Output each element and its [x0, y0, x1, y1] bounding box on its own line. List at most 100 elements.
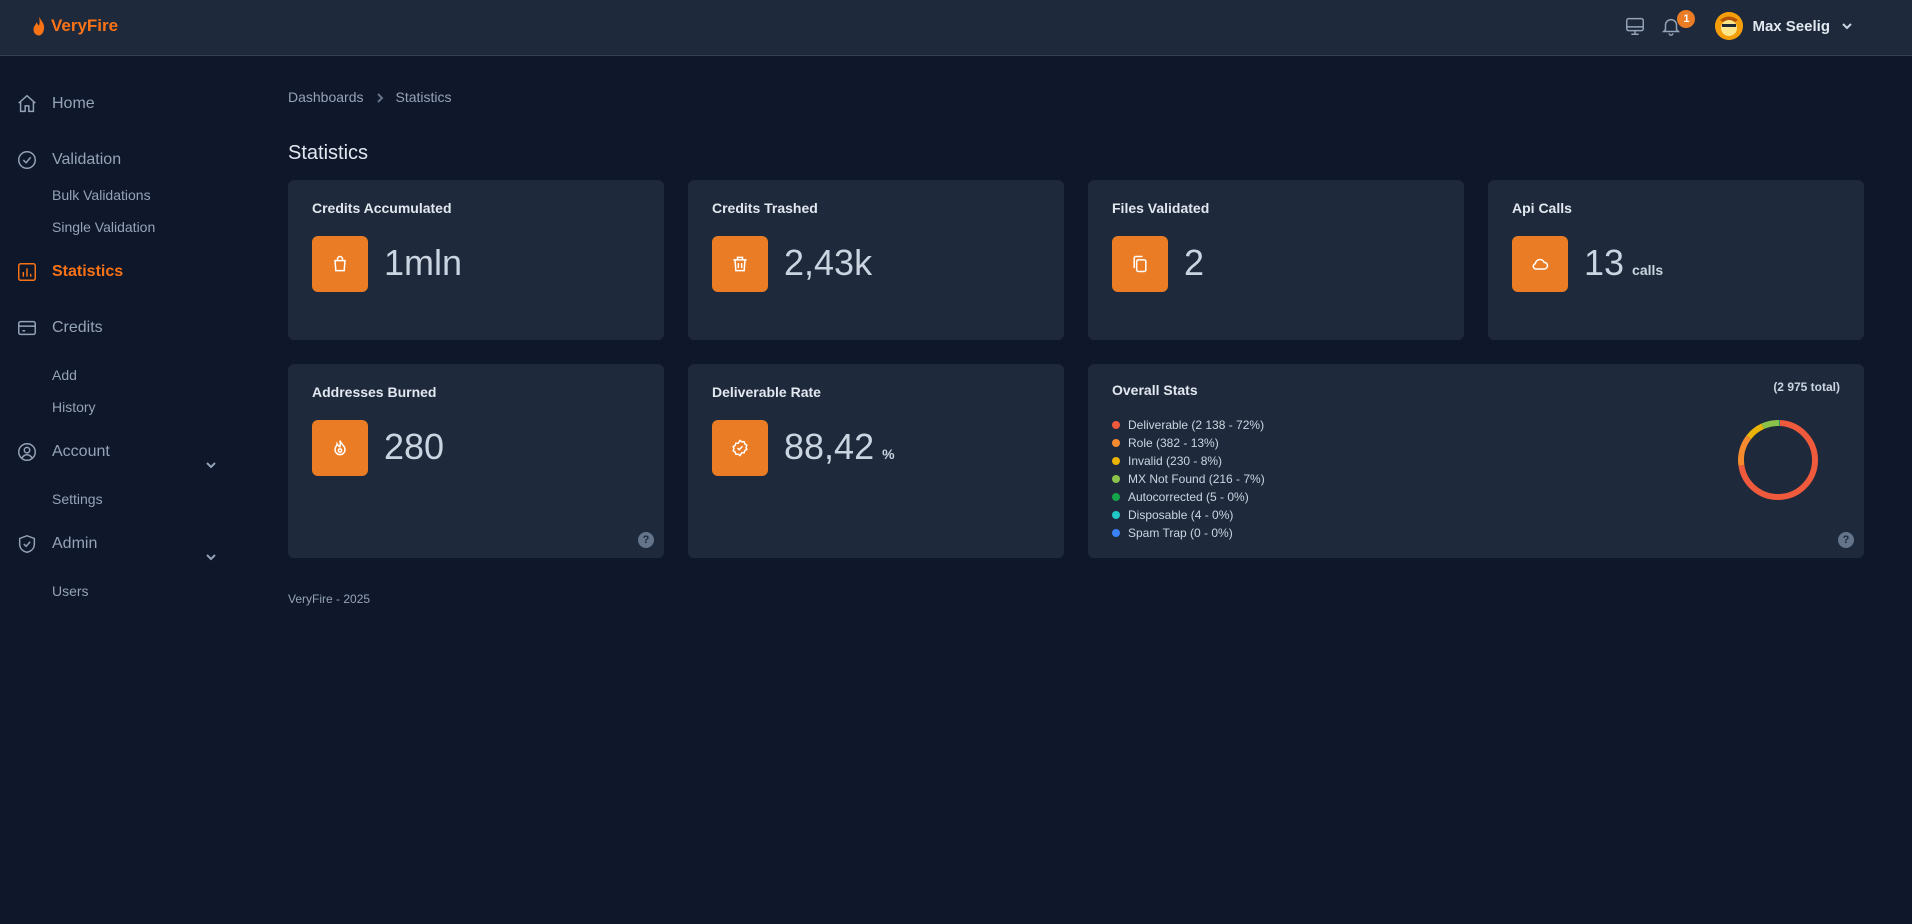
- sidebar-item-credits[interactable]: Credits: [16, 317, 103, 339]
- card-overall-stats: Overall Stats (2 975 total) Deliverable …: [1088, 364, 1864, 558]
- help-icon[interactable]: ?: [638, 532, 654, 548]
- chart-legend: Deliverable (2 138 - 72%) Role (382 - 13…: [1112, 416, 1265, 542]
- legend-item: Role (382 - 13%): [1112, 434, 1265, 452]
- trash-icon: [712, 236, 768, 292]
- sidebar-item-settings[interactable]: Settings: [52, 491, 103, 507]
- stat-number: 2,43k: [784, 242, 873, 283]
- stat-value: 280: [384, 426, 444, 468]
- card-files-validated: Files Validated 2: [1088, 180, 1464, 340]
- sidebar-item-validation[interactable]: Validation: [16, 149, 121, 171]
- sidebar-item-history[interactable]: History: [52, 399, 96, 415]
- card-title: Files Validated: [1112, 200, 1210, 216]
- stat-value: 2,43k: [784, 242, 872, 284]
- donut-slice-role: [1738, 435, 1752, 466]
- card-credits-trashed: Credits Trashed 2,43k: [688, 180, 1064, 340]
- bar-chart-icon: [18, 263, 36, 281]
- sidebar-item-label: Home: [52, 95, 95, 112]
- page-title: Statistics: [288, 142, 369, 164]
- card-title: Deliverable Rate: [712, 384, 821, 400]
- user-circle-icon: [18, 443, 36, 461]
- sidebar-item-label: Account: [52, 443, 110, 460]
- chevron-down-icon[interactable]: [204, 458, 218, 472]
- legend-label: Invalid (230 - 8%): [1128, 454, 1223, 468]
- card-credits-accumulated: Credits Accumulated 1mln: [288, 180, 664, 340]
- breadcrumb-dashboards[interactable]: Dashboards: [288, 89, 364, 105]
- legend-swatch: [1112, 421, 1120, 429]
- legend-label: Spam Trap (0 - 0%): [1128, 526, 1233, 540]
- legend-label: Role (382 - 13%): [1128, 436, 1219, 450]
- avatar[interactable]: [1715, 12, 1744, 40]
- badge-check-icon: [712, 420, 768, 476]
- stat-number: 2: [1184, 242, 1205, 283]
- sidebar-item-label: Credits: [52, 319, 103, 336]
- stat-unit: calls: [1632, 262, 1664, 278]
- stat-value: 2: [1184, 242, 1204, 284]
- shield-check-icon: [18, 534, 36, 554]
- legend-item: Autocorrected (5 - 0%): [1112, 488, 1265, 506]
- legend-item: Invalid (230 - 8%): [1112, 452, 1265, 470]
- sidebar-item-single-validation[interactable]: Single Validation: [52, 219, 155, 235]
- legend-item: Spam Trap (0 - 0%): [1112, 524, 1265, 542]
- card-addresses-burned: Addresses Burned 280 ?: [288, 364, 664, 558]
- credit-card-icon: [18, 320, 36, 336]
- chevron-down-icon[interactable]: [204, 550, 218, 564]
- chevron-down-icon[interactable]: [1840, 19, 1854, 33]
- card-title: Addresses Burned: [312, 384, 437, 400]
- sidebar-item-statistics[interactable]: Statistics: [16, 261, 123, 283]
- stat-number: 88,42: [784, 426, 875, 467]
- breadcrumb-current: Statistics: [395, 89, 452, 105]
- stat-value: 88,42 %: [784, 426, 895, 468]
- legend-swatch: [1112, 475, 1120, 483]
- legend-label: MX Not Found (216 - 7%): [1128, 472, 1265, 486]
- card-title: Overall Stats: [1112, 382, 1198, 398]
- footer: VeryFire - 2025: [288, 592, 371, 606]
- donut-chart: [1738, 420, 1818, 500]
- sidebar-item-home[interactable]: Home: [16, 93, 95, 115]
- legend-swatch: [1112, 529, 1120, 537]
- card-api-calls: Api Calls 13 calls: [1488, 180, 1864, 340]
- notification-badge: 1: [1677, 10, 1696, 28]
- check-circle-icon: [18, 151, 36, 169]
- stat-unit: %: [882, 446, 895, 462]
- cloud-icon: [1512, 236, 1568, 292]
- sidebar-item-admin[interactable]: Admin: [16, 533, 97, 555]
- donut-slice-invalid: [1746, 423, 1765, 440]
- stat-number: 13: [1584, 242, 1625, 283]
- sidebar: Home Validation Bulk Validations Single …: [0, 57, 240, 924]
- card-title: Api Calls: [1512, 200, 1572, 216]
- legend-label: Disposable (4 - 0%): [1128, 508, 1234, 522]
- legend-swatch: [1112, 439, 1120, 447]
- card-deliverable-rate: Deliverable Rate 88,42 %: [688, 364, 1064, 558]
- top-bar: VeryFire 1 Max Seelig: [0, 0, 1912, 56]
- stat-value: 1mln: [384, 242, 462, 284]
- sidebar-item-account[interactable]: Account: [16, 441, 110, 463]
- legend-swatch: [1112, 493, 1120, 501]
- legend-item: Disposable (4 - 0%): [1112, 506, 1265, 524]
- breadcrumb: Dashboards Statistics: [288, 89, 452, 105]
- home-icon: [18, 94, 36, 113]
- legend-label: Autocorrected (5 - 0%): [1128, 490, 1249, 504]
- help-icon[interactable]: ?: [1838, 532, 1854, 548]
- card-title: Credits Trashed: [712, 200, 818, 216]
- app-logo[interactable]: VeryFire: [30, 15, 118, 37]
- total-count: (2 975 total): [1773, 380, 1840, 394]
- stat-number: 1mln: [384, 242, 463, 283]
- card-title: Credits Accumulated: [312, 200, 452, 216]
- app-name: VeryFire: [51, 16, 119, 35]
- legend-item: Deliverable (2 138 - 72%): [1112, 416, 1265, 434]
- user-name[interactable]: Max Seelig: [1752, 18, 1830, 35]
- legend-swatch: [1112, 511, 1120, 519]
- shopping-bag-icon: [312, 236, 368, 292]
- monitor-icon[interactable]: [1623, 14, 1647, 38]
- sidebar-item-label: Validation: [52, 151, 122, 168]
- donut-slice-mx-not-found: [1761, 420, 1780, 430]
- sidebar-item-add[interactable]: Add: [52, 367, 77, 383]
- sidebar-item-users[interactable]: Users: [52, 583, 89, 599]
- flame-icon: [33, 16, 45, 36]
- bell-icon[interactable]: 1: [1659, 10, 1696, 38]
- stat-value: 13 calls: [1584, 242, 1663, 284]
- legend-label: Deliverable (2 138 - 72%): [1128, 418, 1265, 432]
- sidebar-item-bulk-validations[interactable]: Bulk Validations: [52, 187, 151, 203]
- fire-icon: [312, 420, 368, 476]
- chevron-right-icon: [374, 91, 386, 103]
